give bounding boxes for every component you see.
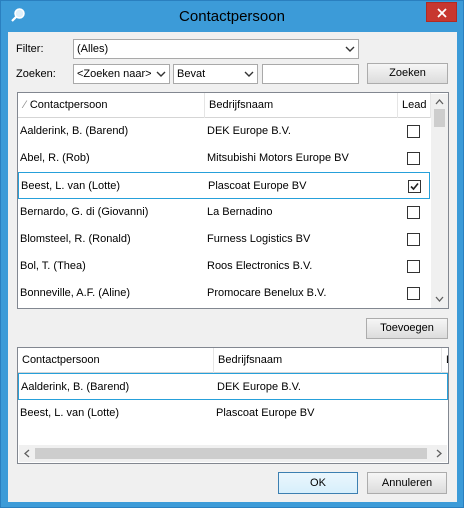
company-name-cell: DEK Europe B.V. bbox=[207, 125, 291, 137]
search-label: Zoeken: bbox=[16, 68, 56, 80]
contact-name-cell: Bernardo, G. di (Giovanni) bbox=[20, 206, 149, 218]
column-header-bedrijfsnaam[interactable]: Bedrijfsnaam bbox=[205, 93, 398, 118]
contacts-grid-header: ⁄ Contactpersoon Bedrijfsnaam Lead bbox=[18, 93, 448, 118]
contact-name-cell: Aalderink, B. (Barend) bbox=[20, 125, 129, 137]
lead-checkbox[interactable] bbox=[408, 180, 421, 193]
sort-icon: ⁄ bbox=[24, 99, 26, 111]
company-name-cell: La Bernadino bbox=[207, 206, 273, 218]
selected-contacts-grid: Contactpersoon Bedrijfsnaam L Aalderink,… bbox=[17, 347, 449, 464]
contact-name-cell: Beest, L. van (Lotte) bbox=[20, 407, 120, 419]
lead-checkbox[interactable] bbox=[407, 152, 420, 165]
search-field-value: <Zoeken naar> bbox=[77, 68, 152, 80]
filter-label: Filter: bbox=[16, 43, 44, 55]
scroll-up-icon bbox=[435, 99, 444, 105]
dialog-body: Filter: (Alles) Zoeken: <Zoeken naar> Be… bbox=[8, 32, 457, 502]
table-row[interactable]: Abel, R. (Rob) Mitsubishi Motors Europe B… bbox=[18, 145, 430, 172]
company-name-cell: Furness Logistics BV bbox=[207, 233, 311, 245]
column-header-lead[interactable]: L bbox=[442, 348, 448, 373]
column-header-label: Lead bbox=[402, 99, 427, 111]
lead-checkbox[interactable] bbox=[407, 287, 420, 300]
table-row[interactable]: Bol, T. (Thea) Roos Electronics B.V. bbox=[18, 253, 430, 280]
table-row[interactable]: Blomsteel, R. (Ronald) Furness Logistics … bbox=[18, 226, 430, 253]
company-name-cell: DEK Europe B.V. bbox=[217, 381, 301, 393]
close-icon bbox=[436, 8, 447, 18]
column-header-label: Bedrijfsnaam bbox=[209, 99, 274, 111]
contacts-grid: ⁄ Contactpersoon Bedrijfsnaam Lead Aalder… bbox=[17, 92, 449, 309]
contact-name-cell: Aalderink, B. (Barend) bbox=[21, 381, 130, 393]
search-operator-dropdown[interactable]: Bevat bbox=[173, 64, 258, 84]
contact-name-cell: Abel, R. (Rob) bbox=[20, 152, 90, 164]
close-button[interactable] bbox=[426, 2, 457, 22]
column-header-label: Contactpersoon bbox=[29, 99, 108, 111]
lead-checkbox[interactable] bbox=[407, 206, 420, 219]
contact-name-cell: Beest, L. van (Lotte) bbox=[21, 180, 121, 192]
selected-grid-header: Contactpersoon Bedrijfsnaam L bbox=[18, 348, 448, 373]
chevron-down-icon bbox=[244, 71, 254, 77]
scroll-thumb[interactable] bbox=[35, 448, 427, 459]
company-name-cell: Roos Electronics B.V. bbox=[207, 260, 313, 272]
table-row[interactable]: Aalderink, B. (Barend) DEK Europe B.V. bbox=[18, 118, 430, 145]
table-row[interactable]: Bonneville, A.F. (Aline) Promocare Benelu… bbox=[18, 280, 430, 307]
lead-checkbox[interactable] bbox=[407, 260, 420, 273]
contact-name-cell: Bol, T. (Thea) bbox=[20, 260, 86, 272]
search-field-dropdown[interactable]: <Zoeken naar> bbox=[73, 64, 170, 84]
company-name-cell: Plascoat Europe BV bbox=[208, 180, 307, 192]
scroll-right-icon bbox=[436, 449, 442, 458]
ok-button[interactable]: OK bbox=[278, 472, 358, 494]
search-input[interactable] bbox=[262, 64, 359, 84]
lead-checkbox[interactable] bbox=[407, 125, 420, 138]
company-name-cell: Mitsubishi Motors Europe BV bbox=[207, 152, 349, 164]
title-bar[interactable]: Contactpersoon bbox=[1, 1, 463, 32]
column-header-label: L bbox=[446, 354, 448, 366]
table-row[interactable]: Bernardo, G. di (Giovanni) La Bernadino bbox=[18, 199, 430, 226]
table-row[interactable]: Aalderink, B. (Barend) DEK Europe B.V. bbox=[18, 373, 448, 400]
scroll-left-icon bbox=[24, 449, 30, 458]
column-header-label: Bedrijfsnaam bbox=[218, 354, 283, 366]
chevron-down-icon bbox=[156, 71, 166, 77]
dialog-window: Contactpersoon Filter: (Alles) Zoeken: <… bbox=[0, 0, 464, 508]
column-header-label: Contactpersoon bbox=[22, 354, 100, 366]
column-header-lead[interactable]: Lead bbox=[398, 93, 431, 118]
add-button[interactable]: Toevoegen bbox=[366, 318, 448, 339]
table-row[interactable]: Beest, L. van (Lotte) Plascoat Europe BV bbox=[18, 400, 448, 427]
cancel-button[interactable]: Annuleren bbox=[367, 472, 447, 494]
search-button[interactable]: Zoeken bbox=[367, 63, 448, 84]
contact-name-cell: Blomsteel, R. (Ronald) bbox=[20, 233, 131, 245]
column-header-contactpersoon[interactable]: ⁄ Contactpersoon bbox=[18, 93, 205, 118]
filter-dropdown[interactable]: (Alles) bbox=[73, 39, 359, 59]
window-title: Contactpersoon bbox=[179, 8, 285, 25]
lead-checkbox[interactable] bbox=[407, 233, 420, 246]
column-header-contactpersoon[interactable]: Contactpersoon bbox=[18, 348, 214, 373]
scroll-down-icon bbox=[435, 296, 444, 302]
scroll-thumb[interactable] bbox=[434, 109, 445, 127]
contact-name-cell: Bonneville, A.F. (Aline) bbox=[20, 287, 131, 299]
search-operator-value: Bevat bbox=[177, 68, 206, 80]
selected-grid-hscrollbar[interactable] bbox=[19, 445, 447, 462]
checkmark-icon bbox=[410, 182, 419, 191]
chevron-down-icon bbox=[345, 46, 355, 52]
table-row[interactable]: Beest, L. van (Lotte) Plascoat Europe BV bbox=[18, 172, 430, 199]
company-name-cell: Plascoat Europe BV bbox=[216, 407, 315, 419]
column-header-bedrijfsnaam[interactable]: Bedrijfsnaam bbox=[214, 348, 442, 373]
filter-value: (Alles) bbox=[77, 43, 109, 55]
contacts-grid-vscrollbar[interactable] bbox=[431, 94, 448, 308]
company-name-cell: Promocare Benelux B.V. bbox=[207, 287, 327, 299]
